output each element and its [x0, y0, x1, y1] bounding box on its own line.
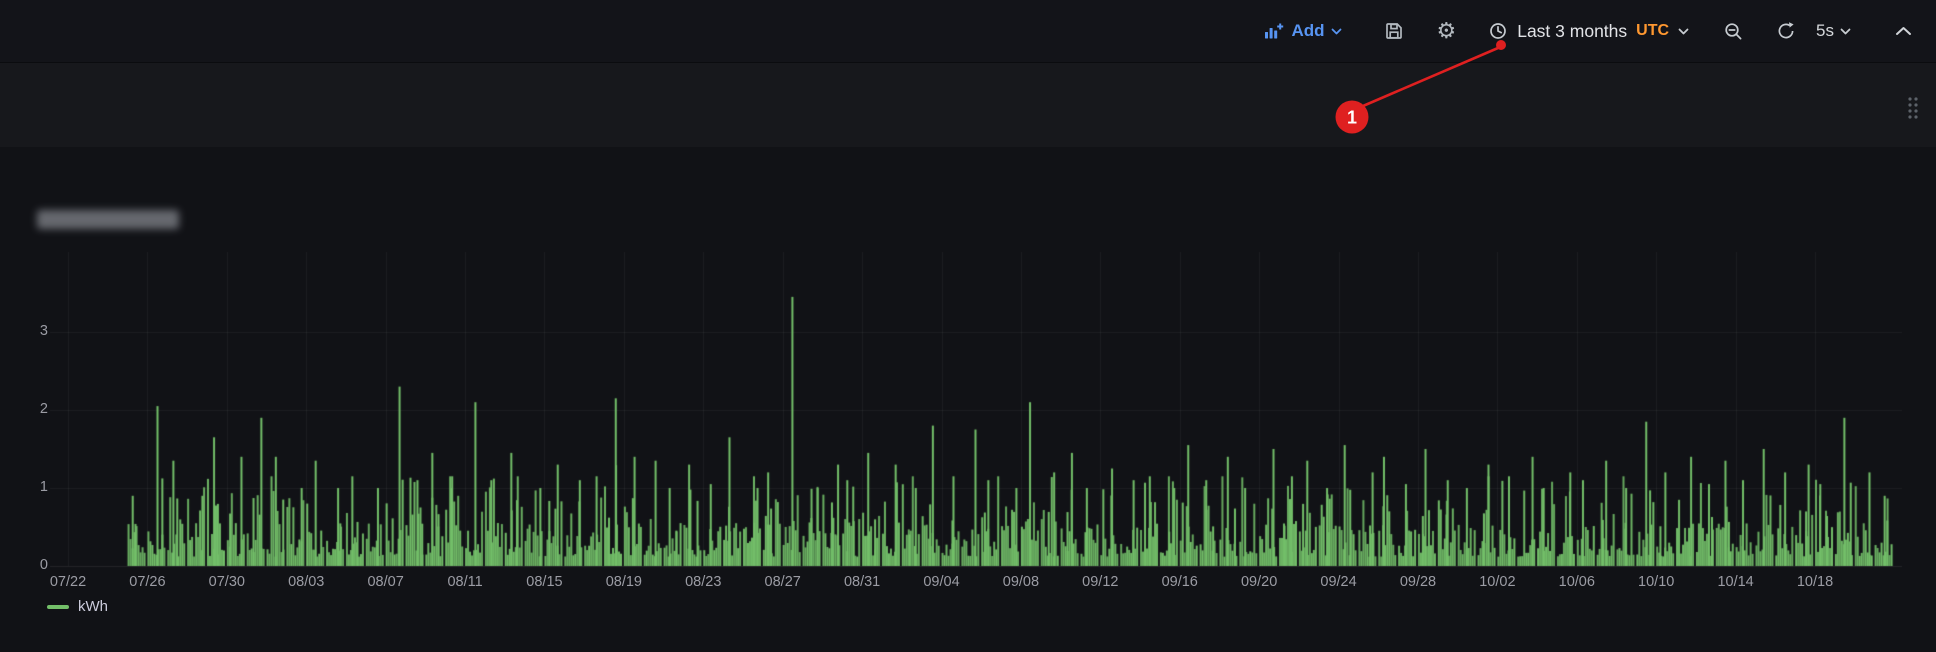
add-button-label: Add: [1291, 21, 1324, 41]
x-tick-label: 08/15: [502, 574, 586, 590]
legend[interactable]: kWh: [47, 598, 108, 615]
legend-series-swatch: [47, 605, 69, 609]
dashboard-settings-button[interactable]: ⚙: [1432, 14, 1460, 48]
clock-icon: [1488, 21, 1508, 41]
x-tick-label: 09/12: [1058, 574, 1142, 590]
refresh-interval-dropdown[interactable]: 5s: [1812, 15, 1855, 47]
collapse-toolbar-button[interactable]: [1891, 20, 1916, 42]
zoom-out-icon: [1723, 21, 1744, 42]
refresh-icon: [1776, 21, 1796, 41]
time-range-label: Last 3 months: [1517, 21, 1627, 42]
x-tick-label: 09/08: [979, 574, 1063, 590]
x-tick-label: 09/16: [1138, 574, 1222, 590]
zoom-out-button[interactable]: [1719, 15, 1748, 48]
timezone-label: UTC: [1636, 22, 1669, 40]
chevron-up-icon: [1895, 26, 1912, 36]
x-tick-label: 08/23: [661, 574, 745, 590]
x-tick-label: 09/28: [1376, 574, 1460, 590]
y-tick-label: 2: [14, 401, 48, 417]
x-tick-label: 08/07: [344, 574, 428, 590]
save-dashboard-button[interactable]: [1380, 15, 1408, 47]
bar-chart-add-icon: [1263, 21, 1284, 41]
drag-handle-icon[interactable]: [1906, 95, 1920, 126]
y-tick-label: 0: [14, 557, 48, 573]
refresh-button[interactable]: [1772, 15, 1800, 47]
x-tick-label: 10/10: [1614, 574, 1698, 590]
y-tick-label: 1: [14, 479, 48, 495]
gear-icon: ⚙: [1436, 20, 1456, 42]
chevron-down-icon: [1331, 28, 1342, 35]
x-tick-label: 08/11: [423, 574, 507, 590]
x-tick-label: 08/31: [820, 574, 904, 590]
save-icon: [1384, 21, 1404, 41]
x-tick-label: 09/24: [1297, 574, 1381, 590]
panel-row: [0, 62, 1936, 147]
x-tick-label: 09/20: [1217, 574, 1301, 590]
refresh-interval-label: 5s: [1816, 21, 1834, 41]
add-button[interactable]: Add: [1259, 15, 1346, 47]
x-tick-label: 10/14: [1694, 574, 1778, 590]
x-tick-label: 07/26: [105, 574, 189, 590]
x-tick-label: 08/03: [264, 574, 348, 590]
x-tick-label: 08/19: [582, 574, 666, 590]
x-tick-label: 10/06: [1535, 574, 1619, 590]
legend-series-label: kWh: [78, 598, 108, 615]
x-tick-label: 10/18: [1773, 574, 1857, 590]
x-tick-label: 08/27: [741, 574, 825, 590]
x-tick-label: 09/04: [900, 574, 984, 590]
x-tick-label: 07/22: [26, 574, 110, 590]
y-tick-label: 3: [14, 323, 48, 339]
dashboard-toolbar: Add ⚙ Last 3 months UTC: [0, 0, 1936, 62]
x-tick-label: 10/02: [1455, 574, 1539, 590]
time-range-picker[interactable]: Last 3 months UTC: [1484, 15, 1693, 48]
x-tick-label: 07/30: [185, 574, 269, 590]
chevron-down-icon: [1840, 28, 1851, 35]
chevron-down-icon: [1678, 28, 1689, 35]
